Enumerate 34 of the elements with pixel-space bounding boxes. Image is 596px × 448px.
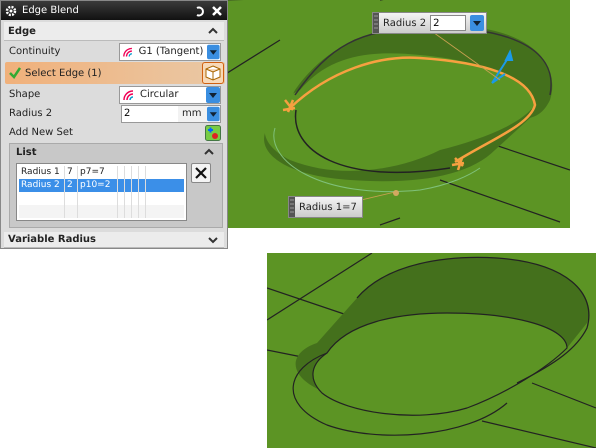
section-title: Edge [8, 26, 36, 36]
section-title: Variable Radius [8, 234, 96, 245]
selection-row[interactable]: Select Edge (1) [5, 62, 225, 84]
field-label: Shape [9, 89, 40, 100]
unit-dropdown[interactable]: mm [178, 106, 208, 122]
delete-button[interactable] [191, 163, 211, 183]
section-header[interactable]: Edge [4, 22, 224, 41]
shape-dropdown[interactable]: Circular [119, 86, 221, 104]
section-title: List [16, 146, 37, 158]
direction-arrow[interactable] [491, 51, 513, 84]
field-label: Continuity [9, 46, 60, 57]
radius-callout[interactable]: Radius 2 2 [372, 12, 488, 34]
continuity-dropdown[interactable]: G1 (Tangent) [119, 42, 221, 60]
grip-icon [289, 197, 295, 217]
gear-icon[interactable] [5, 4, 17, 16]
radius-value-input[interactable]: 2 [430, 15, 466, 31]
add-set-icon[interactable] [205, 124, 221, 140]
table-cell: p10=2 [78, 179, 118, 192]
select-edge-button[interactable] [202, 62, 224, 84]
cube-icon [205, 65, 221, 81]
close-icon [194, 166, 208, 180]
radius-field[interactable]: 2 mm [121, 104, 221, 122]
field-label: Add New Set [9, 127, 73, 138]
close-icon[interactable] [211, 4, 223, 16]
table-cell: 2 [65, 179, 78, 192]
curvature-icon [122, 46, 135, 58]
arc-icon [122, 88, 136, 100]
radius-callout: Radius 1=7 [288, 196, 363, 218]
field-label: Radius 2 [9, 108, 52, 119]
window-title: Edge Blend [22, 5, 80, 16]
grip-icon [373, 13, 379, 33]
table-cell: Radius 2 [19, 179, 65, 192]
reset-icon[interactable] [194, 4, 206, 16]
section-header[interactable]: Variable Radius [4, 232, 224, 248]
